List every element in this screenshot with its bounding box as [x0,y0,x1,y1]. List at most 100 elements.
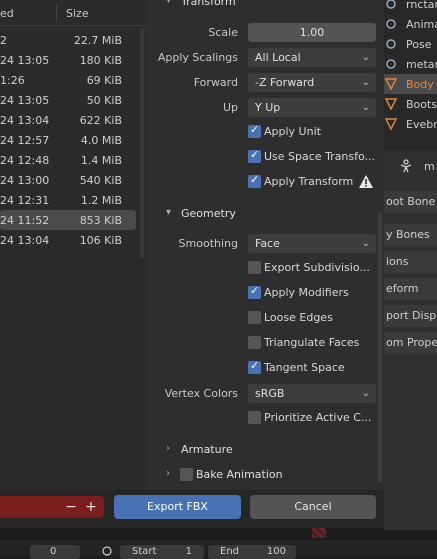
file-size: 106 KiB [79,234,122,247]
smoothing-dropdown[interactable]: Face ⌄ [248,234,376,253]
outliner-item[interactable]: Anima [384,14,437,34]
vertex-colors-dropdown[interactable]: sRGB ⌄ [248,384,376,403]
file-modified-date: 24 13:05 [0,94,50,107]
up-label: Up [222,101,238,114]
bake-animation-checkbox[interactable] [180,468,193,481]
checkbox-checked-icon [248,148,261,163]
file-modified-date: 24 13:04 [0,114,50,127]
forward-label: Forward [193,76,238,89]
outliner-item[interactable]: metar [384,54,437,74]
checkbox-unchecked-icon [248,411,261,424]
file-size: 1.4 MiB [80,154,122,167]
chevron-down-icon: ⌄ [361,102,370,113]
outliner-item-label: Body [406,78,434,91]
file-list-header: ed Size [0,0,146,26]
mesh-icon [385,118,397,130]
outliner-item[interactable]: Pose [384,34,437,54]
outliner-item-label: Boots [406,98,437,111]
checkbox-checked-icon [248,173,261,188]
file-row[interactable]: 24 12:31 1.2 MiB [0,190,136,210]
file-row[interactable]: 24 13:05 50 KiB [0,90,136,110]
checkbox-checked-icon [248,359,261,374]
scale-label: Scale [208,26,238,39]
file-row[interactable]: 2 22.7 MiB [0,30,136,50]
scale-field[interactable]: 1.00 [248,23,376,42]
properties-subpanel-header[interactable]: oot Bone [384,191,437,213]
start-frame-field[interactable]: Start 1 [120,545,204,559]
cancel-button[interactable]: Cancel [250,495,376,519]
outliner-item[interactable]: rnctang [384,0,437,14]
armature-icon [386,0,396,9]
outliner-item-label: rnctang [406,0,437,11]
clock-icon[interactable] [100,546,114,556]
chevron-down-icon: ⌄ [361,52,370,63]
export-fbx-button[interactable]: Export FBX [114,495,241,519]
settings-scrollbar[interactable] [378,212,382,482]
chevron-down-icon: ⌄ [361,388,370,399]
file-size: 69 KiB [86,74,122,87]
outliner-item-label: Evebr [406,118,437,131]
file-row[interactable]: 24 13:04 106 KiB [0,230,136,250]
outliner-item[interactable]: Body [384,74,437,94]
mesh-icon [385,78,397,90]
subpanel-label: oot Bone [386,195,436,208]
outliner-item[interactable]: Boots [384,94,437,114]
vertex-colors-label: Vertex Colors [164,387,238,400]
properties-subpanel-header[interactable]: y Bones [384,224,437,246]
file-row[interactable]: 24 13:05 180 KiB [0,50,136,70]
outliner-item[interactable]: Evebr [384,114,437,134]
armature-section-header[interactable]: › Armature [146,439,378,461]
increment-button[interactable]: + [84,498,98,516]
checkbox-checked-icon [248,123,261,138]
file-row[interactable]: 24 12:48 1.4 MiB [0,150,136,170]
apply-scalings-dropdown[interactable]: All Local ⌄ [248,48,376,67]
file-row[interactable]: 24 13:04 622 KiB [0,110,136,130]
pose-icon [386,39,396,49]
file-row[interactable]: 24 11:52 853 KiB [0,210,136,230]
file-row[interactable]: 1:26 69 KiB [0,70,136,90]
bake-animation-section-header[interactable]: › Bake Animation [146,464,378,486]
outliner-item-label: Pose [406,38,432,51]
chevron-down-icon: ⌄ [361,238,370,249]
checkbox-unchecked-icon [248,311,261,324]
end-frame-field[interactable]: End 100 [208,545,296,559]
pose-mode-icon[interactable] [398,158,414,174]
geometry-section-header[interactable]: ▾ Geometry [146,203,378,225]
checkbox-unchecked-icon [248,336,261,349]
smoothing-label: Smoothing [178,237,238,250]
file-row[interactable]: 24 12:57 4.0 MiB [0,130,136,150]
up-dropdown[interactable]: Y Up ⌄ [248,98,376,117]
animation-icon [386,19,396,29]
chevron-down-icon: ⌄ [361,77,370,88]
transform-section-header[interactable]: ▾ Transform [146,0,378,13]
properties-subpanel-header[interactable]: om Proper [384,332,437,354]
decrement-button[interactable]: − [64,498,78,516]
chevron-right-icon: › [166,443,170,454]
file-row[interactable]: 24 13:00 540 KiB [0,170,136,190]
warning-icon [359,175,373,188]
file-modified-date: 24 13:05 [0,54,50,67]
file-size: 622 KiB [79,114,122,127]
file-size: 540 KiB [79,174,122,187]
properties-subpanel-header[interactable]: port Displ [384,305,437,327]
properties-header-text: m [424,160,435,173]
keyframe-marker [312,528,326,538]
forward-dropdown[interactable]: -Z Forward ⌄ [248,73,376,92]
properties-subpanel-header[interactable]: ions [384,251,437,273]
modified-column-header[interactable]: ed [0,7,14,20]
file-size: 853 KiB [79,214,122,227]
file-modified-date: 24 12:57 [0,134,50,147]
chevron-down-icon: ▾ [166,0,172,6]
chevron-down-icon: ▾ [166,207,172,218]
size-column-header[interactable]: Size [66,7,89,20]
armature-icon [386,59,396,69]
file-modified-date: 24 12:48 [0,154,50,167]
current-frame-field[interactable]: 0 [30,545,80,559]
file-list-scrollbar[interactable] [140,28,144,258]
properties-subpanel-header[interactable]: eform [384,278,437,300]
column-separator[interactable] [56,4,57,22]
file-modified-date: 1:26 [0,74,25,87]
chevron-right-icon: › [166,468,170,479]
file-size: 180 KiB [79,54,122,67]
checkbox-checked-icon [248,284,261,299]
